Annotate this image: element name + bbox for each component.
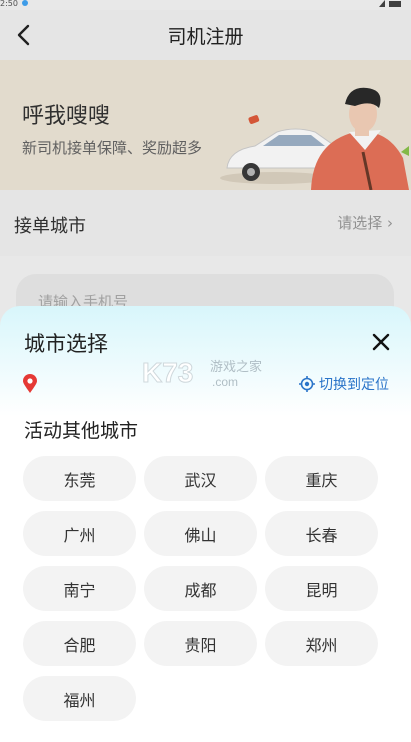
other-cities-title: 活动其他城市 xyxy=(24,420,139,442)
city-chip[interactable]: 重庆 xyxy=(265,456,378,501)
city-chip[interactable]: 佛山 xyxy=(144,511,257,556)
locate-target-icon xyxy=(299,376,315,392)
city-chip[interactable]: 福州 xyxy=(23,676,136,721)
city-chip[interactable]: 昆明 xyxy=(265,566,378,611)
city-chip[interactable]: 成都 xyxy=(144,566,257,611)
location-pin-icon xyxy=(23,374,37,393)
city-chip[interactable]: 合肥 xyxy=(23,621,136,666)
city-chip[interactable]: 郑州 xyxy=(265,621,378,666)
close-icon[interactable] xyxy=(371,332,391,352)
svg-text:游戏之家: 游戏之家 xyxy=(210,359,262,375)
city-chip[interactable]: 武汉 xyxy=(144,456,257,501)
svg-text:K73: K73 xyxy=(142,357,193,388)
city-chip[interactable]: 东莞 xyxy=(23,456,136,501)
svg-text:.com: .com xyxy=(212,375,238,389)
switch-to-location-button[interactable]: 切换到定位 xyxy=(299,374,389,394)
sheet-title: 城市选择 xyxy=(24,332,108,356)
city-chip[interactable]: 贵阳 xyxy=(144,621,257,666)
city-select-sheet: 城市选择 K73 游戏之家 .com 切换到定位 活动其他城市 东莞 武汉 重庆… xyxy=(0,306,411,742)
switch-to-location-label: 切换到定位 xyxy=(319,377,389,393)
city-chip[interactable]: 南宁 xyxy=(23,566,136,611)
watermark-logo: K73 游戏之家 .com xyxy=(142,357,262,390)
city-chip[interactable]: 广州 xyxy=(23,511,136,556)
city-chip[interactable]: 长春 xyxy=(265,511,378,556)
